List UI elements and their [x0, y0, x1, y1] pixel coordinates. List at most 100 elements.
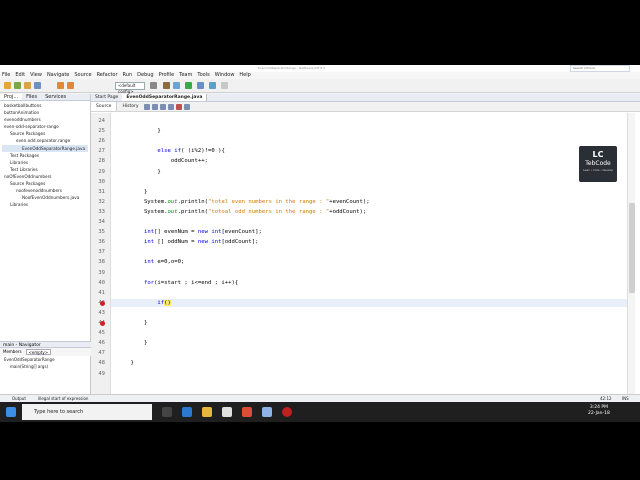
- menu-team[interactable]: Team: [179, 72, 192, 79]
- code-line[interactable]: int[] evenNum = new int[evenCount];: [117, 229, 262, 235]
- title-bar: EvenOddSeparatorRange - NetBeans IDE 8.2…: [0, 65, 640, 72]
- chrome-icon[interactable]: [242, 407, 252, 417]
- menu-source[interactable]: Source: [74, 72, 91, 79]
- file-explorer-icon[interactable]: [202, 407, 212, 417]
- menu-file[interactable]: File: [2, 72, 10, 79]
- tab-files[interactable]: Files: [22, 94, 41, 100]
- tree-item[interactable]: noOfEvenOddnumbers: [2, 173, 88, 180]
- menu-edit[interactable]: Edit: [15, 72, 25, 79]
- tree-item[interactable]: Source Packages: [2, 180, 88, 187]
- menu-tools[interactable]: Tools: [197, 72, 209, 79]
- tab-history[interactable]: History: [117, 102, 143, 111]
- start-icon[interactable]: [6, 407, 16, 417]
- line-number: 28: [98, 158, 105, 165]
- line-number: 33: [98, 208, 105, 215]
- code-line[interactable]: System.out.println("totoal odd numbers i…: [117, 209, 366, 215]
- code-line[interactable]: int [] oddNum = new int[oddCount];: [117, 239, 259, 245]
- code-line[interactable]: }: [117, 189, 147, 195]
- menu-debug[interactable]: Debug: [137, 72, 153, 79]
- menu-help[interactable]: Help: [239, 72, 250, 79]
- menu-refactor[interactable]: Refactor: [97, 72, 118, 79]
- nav-item-class[interactable]: EvenOddSeparatorRange: [0, 356, 91, 363]
- tree-item[interactable]: buttonAnimation: [2, 109, 88, 116]
- config-icon[interactable]: [150, 82, 157, 89]
- store-icon[interactable]: [222, 407, 232, 417]
- error-marker-icon[interactable]: [100, 300, 105, 306]
- code-line[interactable]: }: [117, 320, 147, 326]
- date-text: 22-Jan-18: [588, 411, 610, 416]
- tree-item[interactable]: Test Libraries: [2, 166, 88, 173]
- profile-icon[interactable]: [209, 82, 216, 89]
- tree-item[interactable]: NoofEvenOddnumbers.java: [2, 194, 88, 201]
- tree-item[interactable]: Libraries: [2, 159, 88, 166]
- screen: EvenOddSeparatorRange - NetBeans IDE 8.2…: [0, 65, 640, 422]
- nav-item-method[interactable]: main(String[] args): [0, 363, 91, 370]
- search-input[interactable]: Search (Ctrl+I): [570, 65, 630, 72]
- save-all-icon[interactable]: [34, 82, 41, 89]
- tree-item[interactable]: Libraries: [2, 201, 88, 208]
- line-number: 49: [98, 370, 105, 377]
- undo-icon[interactable]: [57, 82, 64, 89]
- gc-icon[interactable]: [221, 82, 228, 89]
- forward-icon[interactable]: [152, 104, 159, 110]
- tree-item[interactable]: even.odd.separator.range: [2, 137, 88, 144]
- tab-projects[interactable]: Proj...: [0, 94, 23, 100]
- menu-profile[interactable]: Profile: [159, 72, 175, 79]
- find-icon[interactable]: [160, 104, 167, 110]
- comment-icon[interactable]: [184, 104, 191, 110]
- tab-start-page[interactable]: Start Page: [91, 94, 122, 101]
- code-line[interactable]: int e=0,o=0;: [117, 259, 184, 265]
- edge-icon[interactable]: [182, 407, 192, 417]
- config-select[interactable]: <default config>: [115, 82, 145, 94]
- code-line[interactable]: }: [117, 128, 160, 134]
- tree-item[interactable]: even-odd-separator-range: [2, 123, 88, 130]
- code-line[interactable]: System.out.println("total even numbers i…: [117, 199, 370, 205]
- task-view-icon[interactable]: [162, 407, 172, 417]
- scroll-thumb[interactable]: [629, 203, 635, 293]
- new-project-icon[interactable]: [14, 82, 21, 89]
- redo-icon[interactable]: [67, 82, 74, 89]
- error-marker-icon[interactable]: [100, 321, 105, 326]
- tab-source[interactable]: Source: [91, 102, 118, 111]
- navigator-pane: main - Navigator Members <empty> EvenOdd…: [0, 341, 91, 394]
- open-project-icon[interactable]: [24, 82, 31, 89]
- code-line[interactable]: }: [117, 169, 160, 175]
- back-icon[interactable]: [144, 104, 151, 110]
- recorder-icon[interactable]: [282, 407, 292, 417]
- run-icon[interactable]: [185, 82, 192, 89]
- code-line[interactable]: else if( (i%2)!=0 ){: [117, 148, 224, 154]
- new-file-icon[interactable]: [4, 82, 11, 89]
- clean-build-icon[interactable]: [173, 82, 180, 89]
- code-line[interactable]: }: [117, 340, 147, 346]
- code-line[interactable]: oddCount++;: [117, 158, 208, 164]
- tree-item[interactable]: noofevenoddnumbers: [2, 187, 88, 194]
- code-line[interactable]: for(i=start ; i<=end ; i++){: [117, 280, 238, 286]
- menu-view[interactable]: View: [30, 72, 42, 79]
- tree-item[interactable]: evenoddnumbers: [2, 116, 88, 123]
- netbeans-icon[interactable]: [262, 407, 272, 417]
- projects-pane: Proj... Files Services basketballbuttons…: [0, 94, 91, 394]
- code-area[interactable]: } else if( (i%2)!=0 ){ oddCount++; } } S…: [111, 113, 627, 394]
- tab-services[interactable]: Services: [41, 94, 70, 100]
- tree-item-selected[interactable]: EvenOddSeparatorRange.java: [2, 144, 88, 152]
- tab-editor-file[interactable]: EvenOddSeparatorRange.java: [122, 94, 208, 101]
- code-line[interactable]: }: [117, 360, 133, 366]
- tree-item[interactable]: Source Packages: [2, 130, 88, 137]
- bookmark-icon[interactable]: [168, 104, 175, 110]
- menu-run[interactable]: Run: [123, 72, 133, 79]
- code-line[interactable]: if(): [117, 299, 171, 306]
- stop-macro-icon[interactable]: [176, 104, 183, 110]
- clock[interactable]: 3:24 PM 22-Jan-18: [588, 405, 610, 417]
- navigator-filter-select[interactable]: <empty>: [25, 349, 52, 355]
- build-icon[interactable]: [163, 82, 170, 89]
- tree-item[interactable]: Test Packages: [2, 152, 88, 159]
- tree-item[interactable]: basketballbuttons: [2, 102, 88, 109]
- editor-pane: Start Page EvenOddSeparatorRange.java So…: [91, 94, 640, 394]
- line-number: 25: [98, 128, 105, 135]
- taskbar-search[interactable]: Type here to search: [22, 404, 152, 420]
- editor-scrollbar[interactable]: [627, 113, 635, 394]
- debug-icon[interactable]: [197, 82, 204, 89]
- line-number: 43: [98, 309, 105, 316]
- menu-navigate[interactable]: Navigate: [47, 72, 69, 79]
- menu-window[interactable]: Window: [215, 72, 235, 79]
